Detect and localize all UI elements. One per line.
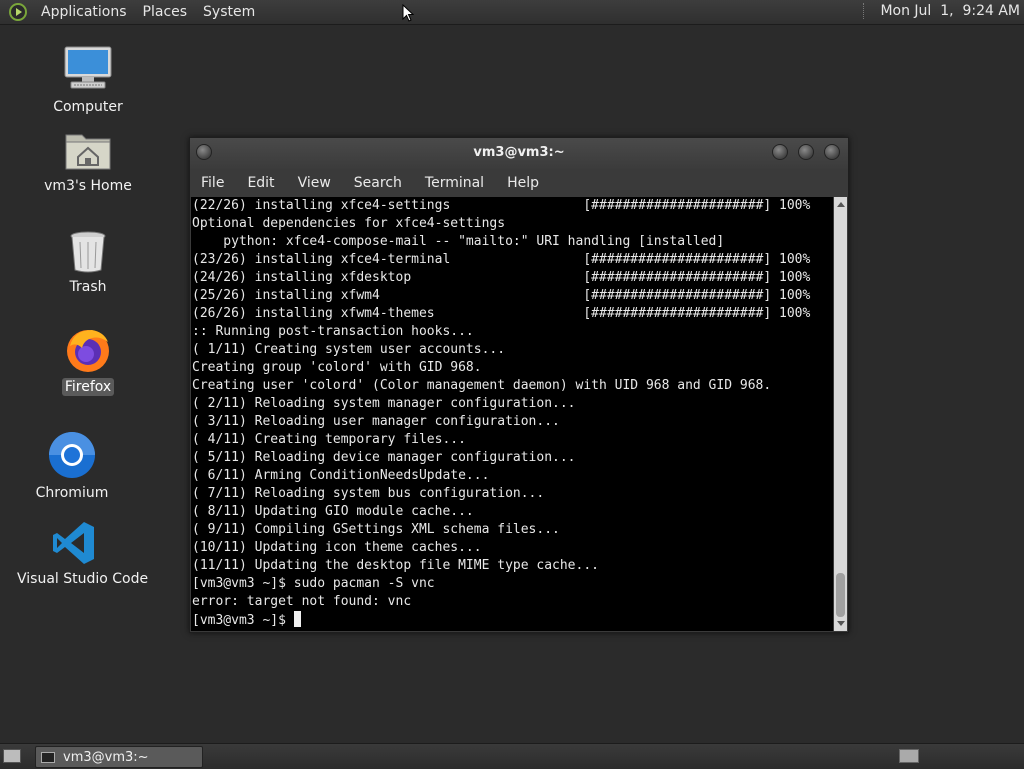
mouse-pointer-icon — [402, 4, 415, 22]
terminal-line: (24/26) installing xfdesktop [##########… — [192, 270, 811, 285]
terminal-line: :: Running post-transaction hooks... — [192, 324, 474, 339]
workspace-switcher[interactable] — [899, 749, 919, 763]
bottom-panel: vm3@vm3:~ — [0, 743, 1024, 769]
terminal-scrollbar[interactable] — [834, 197, 847, 631]
terminal-icon — [41, 751, 55, 763]
taskbar-window-button[interactable]: vm3@vm3:~ — [35, 746, 203, 768]
menu-terminal[interactable]: Terminal — [414, 175, 496, 191]
terminal-line: (25/26) installing xfwm4 [##############… — [192, 288, 811, 303]
terminal-text: (22/26) installing xfce4-settings [#####… — [191, 197, 833, 630]
close-button[interactable] — [824, 144, 840, 160]
desktop-icon-label: Firefox — [61, 378, 115, 396]
terminal-line: ( 2/11) Reloading system manager configu… — [192, 396, 576, 411]
menu-view[interactable]: View — [287, 175, 343, 191]
terminal-line: python: xfce4-compose-mail -- "mailto:" … — [192, 234, 725, 249]
firefox-icon — [67, 330, 109, 372]
menu-file[interactable]: File — [190, 175, 236, 191]
desktop-icon-chromium[interactable]: Chromium — [32, 430, 112, 502]
terminal-prompt-line: [vm3@vm3 ~]$ — [192, 611, 833, 630]
maximize-button[interactable] — [798, 144, 814, 160]
terminal-line: (22/26) installing xfce4-settings [#####… — [192, 198, 811, 213]
desktop-icon-label: Chromium — [35, 485, 109, 501]
vscode-icon — [53, 522, 94, 564]
clock-text: Mon Jul 1, 9:24 AM — [880, 3, 1020, 19]
terminal-line: (23/26) installing xfce4-terminal [#####… — [192, 252, 811, 267]
terminal-prompt: [vm3@vm3 ~]$ — [192, 613, 294, 628]
terminal-window[interactable]: vm3@vm3:~ File Edit View Search Terminal… — [189, 137, 849, 633]
terminal-line: ( 7/11) Reloading system bus configurati… — [192, 486, 545, 501]
terminal-line: ( 8/11) Updating GIO module cache... — [192, 504, 474, 519]
terminal-line: error: target not found: vnc — [192, 594, 412, 609]
terminal-line: ( 6/11) Arming ConditionNeedsUpdate... — [192, 468, 490, 483]
menu-system[interactable]: System — [195, 4, 263, 20]
terminal-line: [vm3@vm3 ~]$ sudo pacman -S vnc — [192, 576, 435, 591]
minimize-button[interactable] — [772, 144, 788, 160]
top-panel: Applications Places System Mon Jul 1, 9:… — [0, 0, 1024, 25]
desktop-icon-vscode[interactable]: Visual Studio Code — [14, 520, 148, 588]
terminal-line: ( 5/11) Reloading device manager configu… — [192, 450, 576, 465]
desktop-icon-label: Computer — [53, 99, 123, 115]
taskbar-window-label: vm3@vm3:~ — [63, 749, 149, 765]
desktop-icon-label: Visual Studio Code — [17, 571, 149, 587]
trash-icon — [70, 231, 106, 273]
scroll-down-icon[interactable] — [837, 621, 845, 626]
scroll-up-icon[interactable] — [837, 202, 845, 207]
desktop-icon-computer[interactable]: Computer — [48, 44, 128, 116]
panel-separator — [863, 3, 866, 19]
menu-applications[interactable]: Applications — [33, 4, 135, 20]
distro-logo-icon[interactable] — [9, 3, 27, 21]
desktop-icon-label: Trash — [69, 279, 107, 295]
desktop-icon-trash[interactable]: Trash — [48, 228, 128, 296]
terminal-menubar: File Edit View Search Terminal Help — [190, 169, 848, 197]
text-cursor — [293, 611, 301, 627]
scrollbar-thumb[interactable] — [836, 573, 845, 617]
terminal-line: ( 9/11) Compiling GSettings XML schema f… — [192, 522, 560, 537]
terminal-line: ( 3/11) Reloading user manager configura… — [192, 414, 560, 429]
menu-help[interactable]: Help — [496, 175, 551, 191]
home-folder-icon — [65, 134, 111, 170]
desktop-icon-firefox[interactable]: Firefox — [48, 326, 128, 396]
show-desktop-icon[interactable] — [3, 749, 21, 763]
menu-places[interactable]: Places — [135, 4, 196, 20]
terminal-line: ( 4/11) Creating temporary files... — [192, 432, 466, 447]
terminal-line: Creating group 'colord' with GID 968. — [192, 360, 482, 375]
clock[interactable]: Mon Jul 1, 9:24 AM — [863, 3, 1020, 19]
terminal-line: Optional dependencies for xfce4-settings — [192, 216, 506, 231]
menu-edit[interactable]: Edit — [236, 175, 286, 191]
terminal-line: Creating user 'colord' (Color management… — [192, 378, 772, 393]
window-titlebar[interactable]: vm3@vm3:~ — [190, 138, 848, 169]
terminal-line: (11/11) Updating the desktop file MIME t… — [192, 558, 599, 573]
chromium-icon — [49, 432, 95, 478]
terminal-line: ( 1/11) Creating system user accounts... — [192, 342, 506, 357]
menu-search[interactable]: Search — [343, 175, 414, 191]
desktop-icon-label: vm3's Home — [44, 178, 132, 194]
window-title: vm3@vm3:~ — [473, 145, 565, 160]
computer-icon — [64, 46, 112, 89]
terminal-line: (10/11) Updating icon theme caches... — [192, 540, 482, 555]
terminal-output[interactable]: (22/26) installing xfce4-settings [#####… — [191, 197, 833, 631]
desktop-icon-home[interactable]: vm3's Home — [38, 127, 138, 195]
terminal-line: (26/26) installing xfwm4-themes [#######… — [192, 306, 811, 321]
